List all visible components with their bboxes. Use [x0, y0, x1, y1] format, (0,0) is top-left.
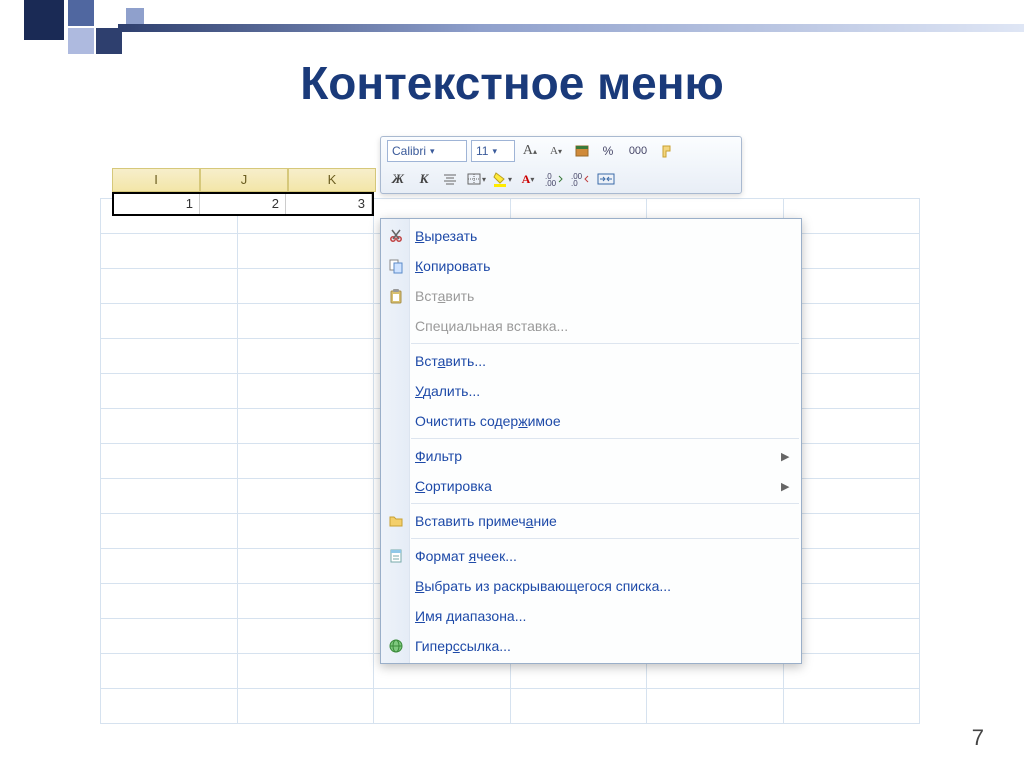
submenu-arrow-icon: ▶	[781, 480, 801, 493]
globe-icon	[381, 638, 411, 654]
menu-separator	[411, 538, 799, 539]
menu-separator	[411, 503, 799, 504]
slide-rule	[118, 24, 1024, 32]
font-color-button[interactable]: A▾	[517, 168, 539, 190]
font-name-value: Calibri	[392, 144, 426, 158]
scissors-icon	[381, 228, 411, 244]
menu-item-filter[interactable]: Фильтр▶	[381, 441, 801, 471]
grow-font-button[interactable]: A▴	[519, 140, 541, 162]
bold-button[interactable]: Ж	[387, 168, 409, 190]
font-size-value: 11	[476, 144, 488, 158]
menu-item-label: Формат ячеек...	[411, 548, 781, 564]
menu-separator	[411, 343, 799, 344]
paste-icon	[381, 288, 411, 304]
menu-item-label: Специальная вставка...	[411, 318, 781, 334]
column-header[interactable]: K	[288, 168, 376, 192]
mini-toolbar: Calibri▾ 11▾ A▴ A▾ % 000 Ж К ▾	[380, 136, 742, 194]
menu-item-label: Фильтр	[411, 448, 781, 464]
cell[interactable]: 3	[286, 194, 372, 214]
menu-item-cut[interactable]: Вырезать	[381, 221, 801, 251]
shrink-font-button[interactable]: A▾	[545, 140, 567, 162]
percent-format-button[interactable]: %	[597, 140, 619, 162]
comma-format-button[interactable]: 000	[623, 140, 653, 162]
menu-item-label: Вырезать	[411, 228, 781, 244]
menu-item-range-name[interactable]: Имя диапазона...	[381, 601, 801, 631]
selected-range[interactable]: 123	[112, 192, 374, 216]
menu-item-label: Вставить...	[411, 353, 781, 369]
screenshot-region: IJK 123 Calibri▾ 11▾ A▴ A▾ % 000 Ж К	[100, 136, 920, 696]
menu-item-pick-list[interactable]: Выбрать из раскрывающегося списка...	[381, 571, 801, 601]
menu-item-label: Имя диапазона...	[411, 608, 781, 624]
menu-item-delete[interactable]: Удалить...	[381, 376, 801, 406]
column-header[interactable]: I	[112, 168, 200, 192]
menu-item-hyperlink[interactable]: Гиперссылка...	[381, 631, 801, 661]
menu-item-label: Вставить примечание	[411, 513, 781, 529]
center-align-button[interactable]	[439, 168, 461, 190]
menu-item-label: Вставить	[411, 288, 781, 304]
props-icon	[381, 548, 411, 564]
font-name-combo[interactable]: Calibri▾	[387, 140, 467, 162]
menu-item-sort[interactable]: Сортировка▶	[381, 471, 801, 501]
menu-item-label: Гиперссылка...	[411, 638, 781, 654]
column-headers: IJK	[112, 168, 376, 192]
menu-item-paste-special: Специальная вставка...	[381, 311, 801, 341]
folder-icon	[381, 513, 411, 529]
italic-button[interactable]: К	[413, 168, 435, 190]
menu-item-clear[interactable]: Очистить содержимое	[381, 406, 801, 436]
fill-color-button[interactable]: ▾	[491, 168, 513, 190]
font-size-combo[interactable]: 11▾	[471, 140, 515, 162]
svg-text:.0: .0	[571, 179, 578, 186]
menu-item-label: Очистить содержимое	[411, 413, 781, 429]
menu-item-comment[interactable]: Вставить примечание	[381, 506, 801, 536]
menu-item-label: Сортировка	[411, 478, 781, 494]
context-menu: Вырезать Копировать Вставить Специальная вс…	[380, 218, 802, 664]
menu-item-label: Копировать	[411, 258, 781, 274]
menu-item-insert[interactable]: Вставить...	[381, 346, 801, 376]
menu-item-format-cells[interactable]: Формат ячеек...	[381, 541, 801, 571]
column-header[interactable]: J	[200, 168, 288, 192]
cell[interactable]: 1	[114, 194, 200, 214]
merge-center-button[interactable]	[595, 168, 617, 190]
decrease-decimal-button[interactable]: .00.0	[569, 168, 591, 190]
format-painter-button[interactable]	[657, 140, 679, 162]
menu-item-label: Выбрать из раскрывающегося списка...	[411, 578, 781, 594]
borders-button[interactable]: ▾	[465, 168, 487, 190]
menu-separator	[411, 438, 799, 439]
slide-page-number: 7	[972, 725, 984, 751]
menu-item-paste: Вставить	[381, 281, 801, 311]
submenu-arrow-icon: ▶	[781, 450, 801, 463]
copy-icon	[381, 258, 411, 274]
cell[interactable]: 2	[200, 194, 286, 214]
svg-text:.00: .00	[545, 179, 557, 186]
menu-item-copy[interactable]: Копировать	[381, 251, 801, 281]
accounting-format-button[interactable]	[571, 140, 593, 162]
slide-title: Контекстное меню	[0, 56, 1024, 110]
increase-decimal-button[interactable]: .0.00	[543, 168, 565, 190]
menu-item-label: Удалить...	[411, 383, 781, 399]
